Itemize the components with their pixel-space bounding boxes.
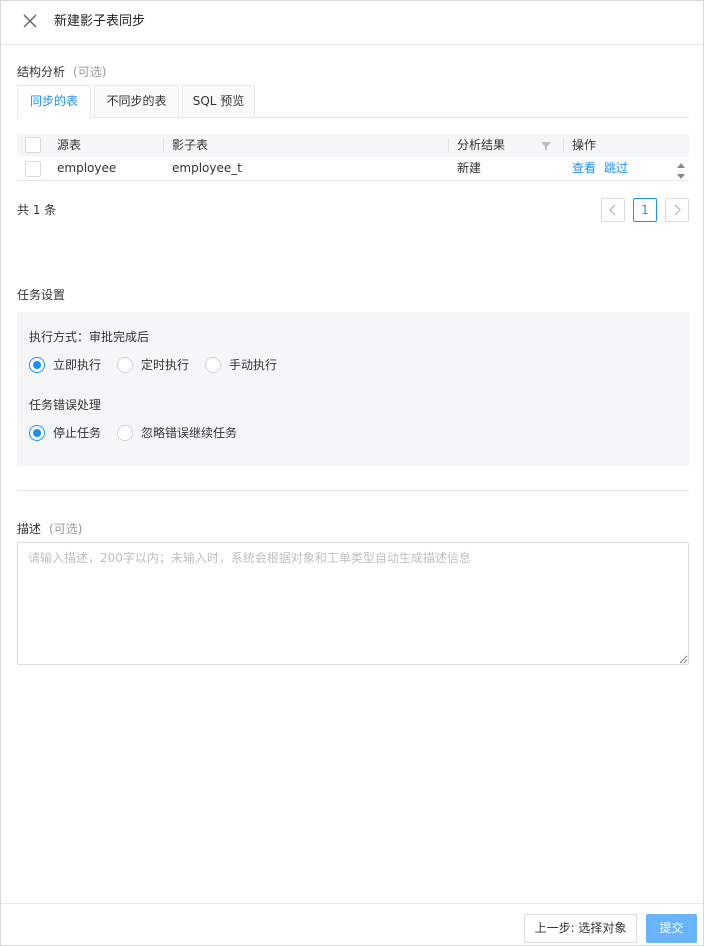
section-divider — [17, 490, 689, 491]
column-divider — [448, 138, 449, 153]
dialog-title: 新建影子表同步 — [54, 14, 146, 29]
column-divider — [563, 138, 564, 153]
radio-dot — [205, 357, 221, 373]
analysis-result-cell: 新建 — [457, 161, 482, 175]
description-title: 描述 — [17, 522, 42, 536]
dialog-header: 新建影子表同步 — [1, 1, 703, 45]
close-icon[interactable] — [22, 13, 38, 29]
filter-icon[interactable] — [540, 140, 552, 152]
execution-mode-label: 执行方式：审批完成后 — [29, 330, 150, 344]
skip-link[interactable]: 跳过 — [604, 157, 628, 180]
chevron-left-icon — [609, 204, 616, 216]
column-header-shadow: 影子表 — [172, 138, 209, 152]
column-divider — [163, 138, 164, 153]
row-checkbox[interactable] — [25, 161, 41, 177]
source-table-cell: employee — [57, 161, 117, 175]
structure-optional-hint: (可选) — [73, 65, 107, 79]
dialog-panel: 新建影子表同步 结构分析 (可选) 同步的表 不同步的表 SQL 预览 源表 影子… — [0, 0, 704, 946]
select-all-checkbox[interactable] — [25, 137, 41, 153]
column-header-result: 分析结果 — [457, 138, 506, 152]
error-handling-label: 任务错误处理 — [29, 398, 102, 412]
radio-label: 定时执行 — [141, 358, 190, 372]
page-number-button[interactable]: 1 — [633, 198, 657, 222]
tab-synced-tables[interactable]: 同步的表 — [17, 85, 91, 119]
column-header-actions: 操作 — [572, 138, 597, 152]
description-input[interactable] — [17, 542, 689, 665]
radio-dot — [29, 425, 45, 441]
table-header: 源表 影子表 分析结果 操作 — [17, 134, 689, 157]
previous-step-button[interactable]: 上一步: 选择对象 — [524, 914, 637, 943]
submit-button[interactable]: 提交 — [646, 914, 697, 943]
chevron-right-icon — [674, 204, 681, 216]
structure-analysis-title: 结构分析 — [17, 65, 66, 79]
description-optional-hint: (可选) — [49, 522, 83, 536]
column-header-source: 源表 — [57, 138, 82, 152]
prev-page-button[interactable] — [601, 198, 625, 222]
table-scroll-arrows[interactable] — [676, 161, 686, 181]
tab-unsynced-tables[interactable]: 不同步的表 — [94, 85, 179, 118]
radio-dot — [117, 357, 133, 373]
view-link[interactable]: 查看 — [572, 157, 596, 180]
dialog-footer: 上一步: 选择对象 提交 — [1, 903, 703, 945]
task-settings-label: 任务设置 — [17, 288, 66, 302]
task-settings-panel: 执行方式：审批完成后 立即执行 定时执行 手动执行 任务错误处理 停止任务 忽略… — [17, 312, 689, 466]
scroll-down-icon — [677, 174, 685, 179]
tab-sql-preview[interactable]: SQL 预览 — [182, 85, 255, 118]
next-page-button[interactable] — [665, 198, 689, 222]
structure-analysis-label: 结构分析 (可选) — [17, 64, 106, 80]
table-row: employee employee_t 新建 查看 跳过 — [17, 157, 689, 181]
structure-tabs: 同步的表 不同步的表 SQL 预览 — [17, 85, 689, 119]
radio-label: 手动执行 — [229, 358, 278, 372]
total-count: 共 1 条 — [17, 203, 57, 217]
radio-dot — [117, 425, 133, 441]
description-label: 描述 (可选) — [17, 521, 82, 537]
shadow-table-cell: employee_t — [172, 161, 242, 175]
radio-dot — [29, 357, 45, 373]
radio-label: 立即执行 — [53, 358, 102, 372]
radio-label: 停止任务 — [53, 426, 102, 440]
scroll-up-icon — [677, 163, 685, 168]
radio-label: 忽略错误继续任务 — [141, 426, 238, 440]
